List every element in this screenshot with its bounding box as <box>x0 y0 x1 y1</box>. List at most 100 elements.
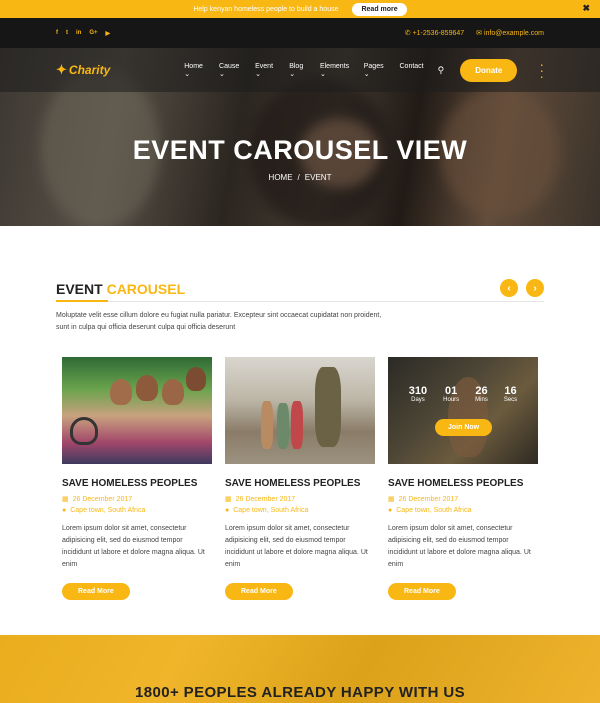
event-image[interactable] <box>62 357 212 464</box>
nav-item-home[interactable]: Home ⌄ <box>184 63 207 78</box>
email-link[interactable]: ✉ info@example.com <box>476 29 544 37</box>
logo[interactable]: ✦ Charity <box>56 62 110 78</box>
countdown-timer: 310 Days 01 Hours 26 Mins 16 Secs <box>388 385 538 403</box>
breadcrumb: HOME / EVENT <box>0 173 600 182</box>
youtube-icon[interactable]: ▶ <box>106 30 111 37</box>
map-pin-icon: ● <box>62 507 67 514</box>
nav-menu: Home ⌄ Cause ⌄ Event ⌄ Blog ⌄ Elements ⌄… <box>184 63 423 78</box>
event-description: Lorem ipsum dolor sit amet, consectetur … <box>225 525 368 568</box>
countdown-mins-label: Mins <box>475 397 488 403</box>
event-title[interactable]: SAVE HOMELESS PEOPLES <box>62 478 212 489</box>
nav-item-cause[interactable]: Cause ⌄ <box>219 63 243 78</box>
donate-button[interactable]: Donate <box>460 58 518 82</box>
nav-item-label: Cause <box>219 62 240 70</box>
event-card: SAVE HOMELESS PEOPLES ▦ 26 December 2017 … <box>62 357 212 600</box>
event-date-text: 26 December 2017 <box>72 495 133 503</box>
event-location: ● Cape town, South Africa <box>388 507 538 514</box>
logo-figure-icon: ✦ <box>56 62 67 77</box>
read-more-button[interactable]: Read More <box>62 583 130 600</box>
event-title[interactable]: SAVE HOMELESS PEOPLES <box>225 478 375 489</box>
breadcrumb-current: EVENT <box>304 173 332 182</box>
carousel-prev-button[interactable]: ‹ <box>500 279 518 297</box>
announcement-text: Help kenyan homeless people to build a h… <box>193 5 339 13</box>
linkedin-icon[interactable]: in <box>76 30 81 37</box>
chevron-down-icon: ⌄ <box>363 70 370 78</box>
chevron-down-icon: ⌄ <box>184 70 191 78</box>
countdown-days-value: 310 <box>408 385 428 397</box>
twitter-icon[interactable]: t <box>66 30 68 37</box>
event-date-text: 26 December 2017 <box>235 495 296 503</box>
event-title[interactable]: SAVE HOMELESS PEOPLES <box>388 478 538 489</box>
event-date-text: 26 December 2017 <box>398 495 459 503</box>
event-date: ▦ 26 December 2017 <box>62 495 212 504</box>
nav-item-blog[interactable]: Blog ⌄ <box>289 63 308 78</box>
read-more-button[interactable]: Read More <box>388 583 456 600</box>
announcement-bar: Help kenyan homeless people to build a h… <box>0 0 600 18</box>
event-card: SAVE HOMELESS PEOPLES ▦ 26 December 2017 … <box>225 357 375 600</box>
event-location: ● Cape town, South Africa <box>62 507 212 514</box>
photo-child <box>136 375 158 401</box>
section-title-highlight: CAROUSEL <box>106 281 186 297</box>
carousel-next-button[interactable]: › <box>526 279 544 297</box>
chevron-down-icon: ⌄ <box>255 70 261 78</box>
countdown-hours-value: 01 <box>445 385 458 397</box>
close-icon[interactable]: ✖ <box>582 3 590 14</box>
main-navbar: ✦ Charity Home ⌄ Cause ⌄ Event ⌄ Blog ⌄ … <box>0 48 600 92</box>
section-title: EVENT CAROUSEL <box>56 281 544 297</box>
section-divider <box>56 300 544 302</box>
photo-soldier <box>315 367 341 447</box>
nav-item-label: Elements <box>319 62 350 70</box>
facebook-icon[interactable]: f <box>56 30 58 37</box>
event-image[interactable]: 310 Days 01 Hours 26 Mins 16 Secs Join Now <box>388 357 538 464</box>
page-title: EVENT CAROUSEL VIEW <box>132 135 468 165</box>
happy-people-banner: 1800+ PEOPLES ALREADY HAPPY WITH US <box>0 635 600 703</box>
event-location-text: Cape town, South Africa <box>70 507 146 514</box>
nav-item-pages[interactable]: Pages ⌄ <box>364 63 388 78</box>
event-location: ● Cape town, South Africa <box>225 507 375 514</box>
nav-item-label: Home <box>184 62 203 70</box>
chevron-down-icon: ⌄ <box>289 70 296 78</box>
carousel-controls: ‹ › <box>500 279 544 297</box>
countdown-mins-value: 26 <box>475 385 488 397</box>
announcement-read-more-button[interactable]: Read more <box>352 2 407 16</box>
nav-item-contact[interactable]: Contact <box>400 63 424 78</box>
countdown-secs-label: Secs <box>503 397 518 403</box>
photo-child <box>186 367 206 391</box>
map-pin-icon: ● <box>225 507 230 514</box>
google-plus-icon[interactable]: G+ <box>89 30 97 37</box>
nav-item-event[interactable]: Event ⌄ <box>255 63 277 78</box>
phone-link[interactable]: ✆ +1-2536-859647 <box>405 29 464 37</box>
event-location-text: Cape town, South Africa <box>396 507 472 514</box>
photo-child <box>110 379 132 405</box>
countdown-secs: 16 Secs <box>504 385 517 403</box>
logo-text: Charity <box>68 63 111 77</box>
map-pin-icon: ● <box>388 507 393 514</box>
top-bar: f t in G+ ▶ ✆ +1-2536-859647 ✉ info@exam… <box>0 18 600 48</box>
event-carousel: SAVE HOMELESS PEOPLES ▦ 26 December 2017 … <box>62 357 538 600</box>
countdown-hours: 01 Hours <box>443 385 459 403</box>
nav-item-elements[interactable]: Elements ⌄ <box>320 63 352 78</box>
email-address: info@example.com <box>483 30 544 37</box>
photo-child <box>261 401 273 449</box>
photo-child <box>291 401 303 449</box>
hero-banner: ✦ Charity Home ⌄ Cause ⌄ Event ⌄ Blog ⌄ … <box>0 48 600 226</box>
photo-child <box>162 379 184 405</box>
event-card: 310 Days 01 Hours 26 Mins 16 Secs Join Now S… <box>388 357 538 600</box>
calendar-icon: ▦ <box>388 496 395 503</box>
phone-icon: ✆ <box>404 30 413 37</box>
mail-icon: ✉ <box>476 30 484 37</box>
banner-title: 1800+ PEOPLES ALREADY HAPPY WITH US <box>134 684 466 701</box>
search-icon[interactable]: ⚲ <box>438 65 445 76</box>
breadcrumb-home-link[interactable]: HOME <box>269 173 293 182</box>
nav-item-label: Blog <box>289 62 304 70</box>
more-options-icon[interactable]: · · · <box>539 57 544 83</box>
calendar-icon: ▦ <box>225 496 232 503</box>
countdown-days: 310 Days <box>409 385 427 403</box>
contact-info: ✆ +1-2536-859647 ✉ info@example.com <box>405 29 544 37</box>
calendar-icon: ▦ <box>62 496 69 503</box>
photo-bicycle-wheel <box>70 417 98 445</box>
read-more-button[interactable]: Read More <box>225 583 293 600</box>
join-now-button[interactable]: Join Now <box>435 419 493 436</box>
event-image[interactable] <box>225 357 375 464</box>
event-location-text: Cape town, South Africa <box>233 507 309 514</box>
